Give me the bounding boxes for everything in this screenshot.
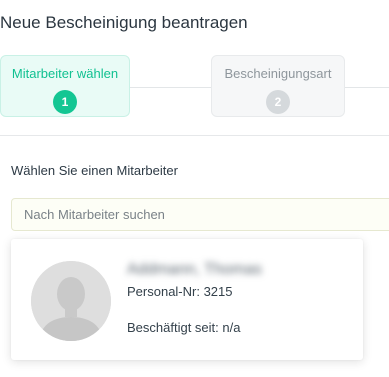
employee-name: Addmann, Thomas xyxy=(127,261,262,278)
avatar xyxy=(31,261,111,341)
step-certificate-type[interactable]: Bescheinigungsart 2 xyxy=(211,55,345,117)
page-title: Neue Bescheinigung beantragen xyxy=(0,13,248,32)
step-select-employee[interactable]: Mitarbeiter wählen 1 xyxy=(0,55,130,117)
employee-employed-since: Beschäftigt seit: n/a xyxy=(127,320,241,335)
employee-search-input[interactable] xyxy=(11,198,389,231)
employee-personal-nr: Personal-Nr: 3215 xyxy=(127,284,233,299)
section-divider xyxy=(0,135,389,136)
employee-card[interactable]: Addmann, Thomas Personal-Nr: 3215 Beschä… xyxy=(11,239,363,360)
step-label: Bescheinigungsart xyxy=(224,66,332,81)
step-label: Mitarbeiter wählen xyxy=(11,66,119,81)
employee-select-label: Wählen Sie einen Mitarbeiter xyxy=(11,163,178,178)
step-number-badge: 1 xyxy=(53,90,77,114)
person-silhouette-icon xyxy=(31,261,111,341)
step-number-badge: 2 xyxy=(266,90,290,114)
